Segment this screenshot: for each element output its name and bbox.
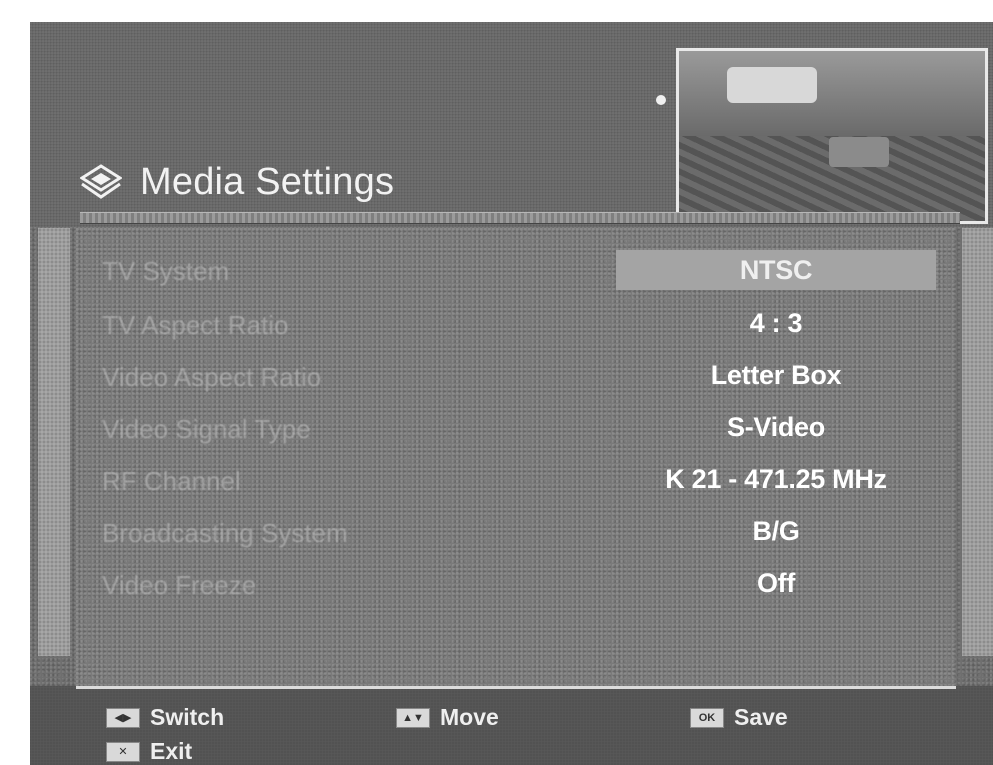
footer-divider bbox=[76, 686, 956, 695]
diamond-menu-icon bbox=[80, 164, 122, 199]
move-key-hint: ▲▼ Move bbox=[396, 704, 499, 731]
setting-label: RF Channel bbox=[102, 466, 241, 496]
preview-object bbox=[829, 137, 889, 167]
setting-value[interactable]: Off bbox=[616, 568, 936, 599]
preview-sky bbox=[679, 51, 985, 136]
save-key-hint: OK Save bbox=[690, 704, 788, 731]
setting-value[interactable]: Letter Box bbox=[616, 360, 936, 391]
setting-label: TV Aspect Ratio bbox=[102, 310, 289, 340]
save-label: Save bbox=[734, 704, 788, 730]
setting-label: Video Signal Type bbox=[102, 414, 311, 444]
setting-row-rf-channel[interactable]: RF Channel K 21 - 471.25 MHz bbox=[76, 458, 956, 502]
move-key-icon: ▲▼ bbox=[396, 707, 430, 728]
switch-label: Switch bbox=[150, 704, 225, 730]
setting-row-tv-system[interactable]: TV System NTSC bbox=[76, 248, 956, 292]
setting-row-video-signal-type[interactable]: Video Signal Type S-Video bbox=[76, 406, 956, 450]
preview-object bbox=[727, 67, 817, 103]
setting-value[interactable]: 4 : 3 bbox=[616, 308, 936, 339]
setting-value[interactable]: S-Video bbox=[616, 412, 936, 443]
page-title: Media Settings bbox=[140, 160, 395, 203]
header-divider bbox=[80, 212, 960, 224]
move-label: Move bbox=[440, 704, 499, 730]
exit-key-icon: ✕ bbox=[106, 741, 140, 762]
video-preview bbox=[676, 48, 988, 224]
exit-label: Exit bbox=[150, 738, 193, 764]
settings-panel: TV System NTSC TV Aspect Ratio 4 : 3 Vid… bbox=[76, 228, 956, 686]
setting-row-tv-aspect-ratio[interactable]: TV Aspect Ratio 4 : 3 bbox=[76, 302, 956, 346]
setting-value[interactable]: K 21 - 471.25 MHz bbox=[616, 464, 936, 495]
setting-value[interactable]: B/G bbox=[616, 516, 936, 547]
setting-label: Broadcasting System bbox=[102, 518, 348, 548]
preview-indicator bbox=[656, 95, 666, 105]
setting-value[interactable]: NTSC bbox=[616, 250, 936, 290]
switch-key-hint: ◀▶ Switch bbox=[106, 704, 224, 731]
exit-key-hint: ✕ Exit bbox=[106, 738, 192, 765]
right-rail bbox=[962, 228, 993, 656]
left-rail bbox=[38, 228, 70, 656]
setting-label: TV System bbox=[102, 256, 230, 286]
setting-label: Video Freeze bbox=[102, 570, 257, 600]
key-hint-bar: ◀▶ Switch ▲▼ Move OK Save ✕ Exit bbox=[30, 686, 993, 765]
setting-label: Video Aspect Ratio bbox=[102, 362, 322, 392]
title-bar: Media Settings bbox=[80, 157, 394, 207]
tv-menu-screen: Media Settings TV System NTSC TV Aspect … bbox=[30, 22, 993, 765]
save-key-icon: OK bbox=[690, 707, 724, 728]
setting-row-video-aspect-ratio[interactable]: Video Aspect Ratio Letter Box bbox=[76, 354, 956, 398]
menu-header: Media Settings bbox=[30, 22, 993, 227]
setting-row-video-freeze[interactable]: Video Freeze Off bbox=[76, 562, 956, 606]
switch-key-icon: ◀▶ bbox=[106, 707, 140, 728]
setting-row-broadcasting-system[interactable]: Broadcasting System B/G bbox=[76, 510, 956, 554]
